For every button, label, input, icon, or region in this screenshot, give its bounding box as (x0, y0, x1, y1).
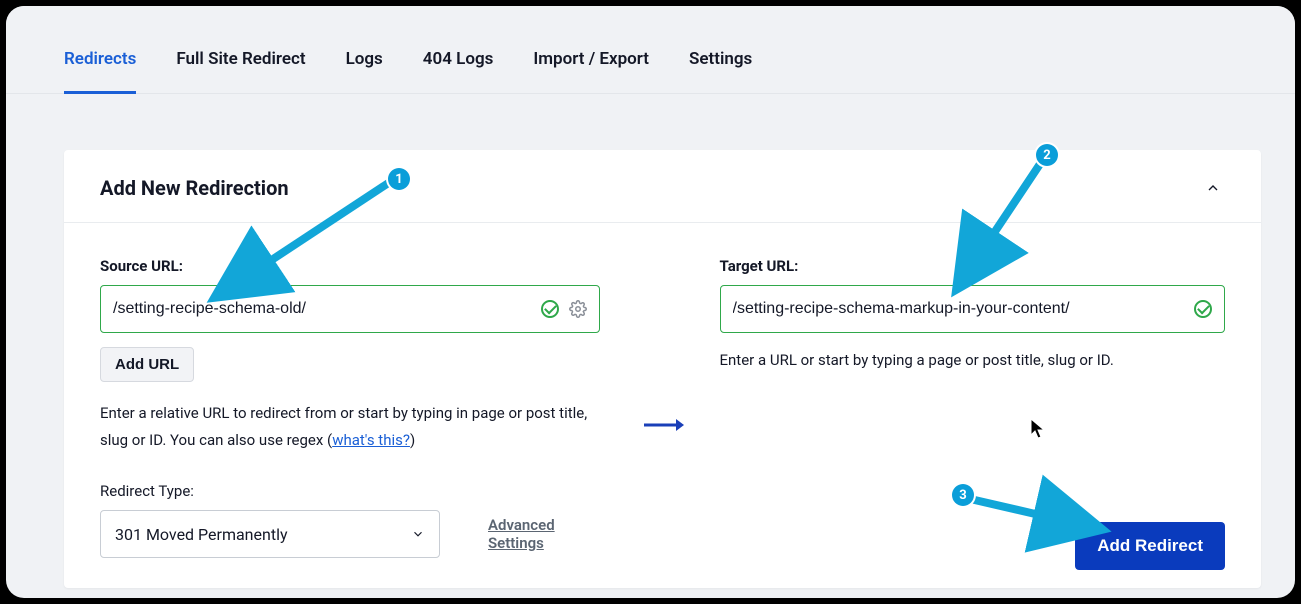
card-title: Add New Redirection (100, 176, 289, 200)
redirect-type-label: Redirect Type: (100, 482, 606, 500)
tab-404-logs[interactable]: 404 Logs (423, 49, 494, 93)
tab-import-export[interactable]: Import / Export (533, 49, 649, 93)
source-help-suffix: ) (410, 431, 415, 449)
target-help-text: Enter a URL or start by typing a page or… (720, 351, 1226, 369)
tabs-bar: Redirects Full Site Redirect Logs 404 Lo… (6, 6, 1295, 94)
tab-logs[interactable]: Logs (346, 49, 383, 93)
arrow-icon (642, 415, 684, 439)
source-status-icons (541, 300, 587, 318)
app-window: Redirects Full Site Redirect Logs 404 Lo… (6, 6, 1295, 598)
add-redirection-card: Add New Redirection Source URL: Add URL (64, 150, 1261, 588)
target-url-input-wrap (720, 285, 1226, 333)
collapse-toggle[interactable] (1201, 176, 1225, 200)
card-header: Add New Redirection (64, 150, 1261, 223)
source-column: Source URL: Add URL Enter a relative URL… (100, 257, 606, 558)
redirect-type-row: 301 Moved Permanently Advanced Settings (100, 510, 606, 558)
whats-this-link[interactable]: what's this? (332, 431, 410, 449)
chevron-up-icon (1205, 180, 1221, 196)
tab-settings[interactable]: Settings (689, 49, 752, 93)
tab-full-site-redirect[interactable]: Full Site Redirect (176, 49, 305, 93)
source-url-input[interactable] (113, 286, 541, 332)
target-url-label: Target URL: (720, 257, 1226, 275)
valid-check-icon (541, 300, 559, 318)
target-status-icons (1194, 300, 1212, 318)
target-column: Target URL: Enter a URL or start by typi… (720, 257, 1226, 558)
add-redirect-button[interactable]: Add Redirect (1075, 522, 1225, 570)
source-help-text: Enter a relative URL to redirect from or… (100, 400, 606, 454)
advanced-settings-link[interactable]: Advanced Settings (488, 516, 606, 552)
redirect-type-select[interactable]: 301 Moved Permanently (100, 510, 440, 558)
source-url-label: Source URL: (100, 257, 606, 275)
valid-check-icon (1194, 300, 1212, 318)
tab-redirects[interactable]: Redirects (64, 49, 136, 93)
source-url-input-wrap (100, 285, 600, 333)
target-url-input[interactable] (733, 286, 1195, 332)
gear-icon[interactable] (569, 300, 587, 318)
add-url-button[interactable]: Add URL (100, 347, 194, 382)
redirect-type-value: 301 Moved Permanently (115, 525, 288, 544)
chevron-down-icon (411, 527, 425, 541)
